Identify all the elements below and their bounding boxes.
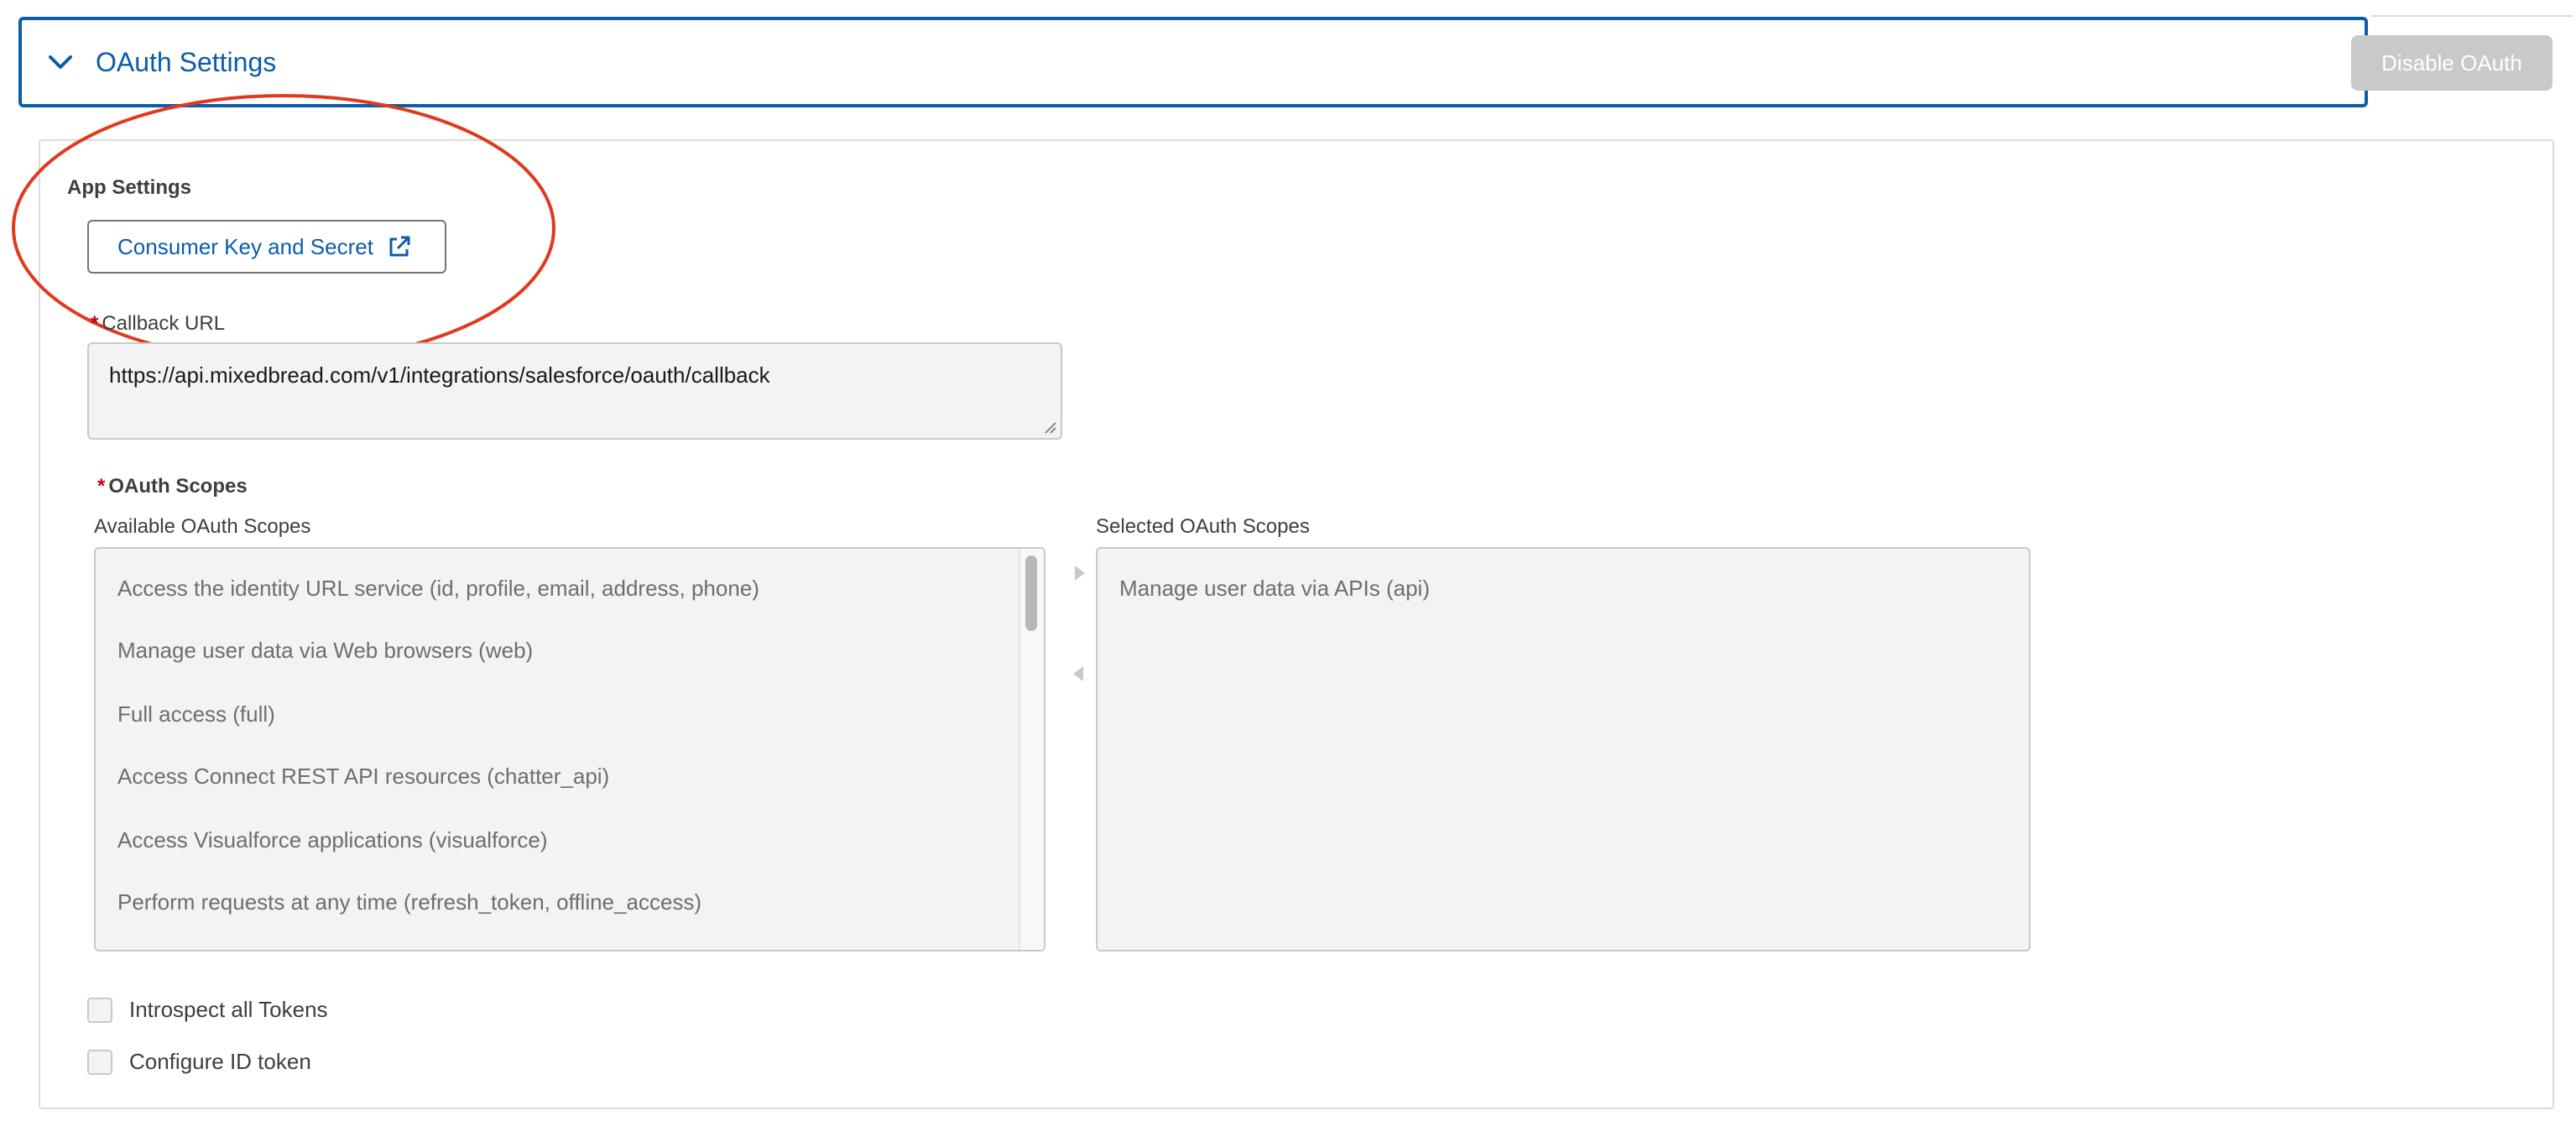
oauth-settings-section-header[interactable]: OAuth Settings — [18, 17, 2368, 107]
available-scopes-listbox[interactable]: Access the identity URL service (id, pro… — [94, 547, 1046, 952]
list-item[interactable]: Manage user data via APIs (api) — [1119, 576, 1430, 602]
external-link-icon — [387, 234, 412, 259]
list-item[interactable]: Access the identity URL service (id, pro… — [117, 576, 759, 602]
available-scopes-label: Available OAuth Scopes — [94, 515, 311, 538]
callback-url-label-text: Callback URL — [102, 312, 226, 335]
selected-scopes-label: Selected OAuth Scopes — [1096, 515, 1310, 538]
consumer-key-secret-button[interactable]: Consumer Key and Secret — [87, 220, 446, 274]
oauth-scopes-heading: * OAuth Scopes — [97, 475, 248, 498]
consumer-key-secret-label: Consumer Key and Secret — [117, 233, 373, 259]
list-item[interactable]: Full access (full) — [117, 701, 275, 727]
list-item[interactable]: Manage user data via Web browsers (web) — [117, 638, 533, 664]
introspect-tokens-checkbox[interactable] — [87, 997, 112, 1023]
arrow-left-icon[interactable] — [1066, 661, 1091, 686]
configure-id-token-option[interactable]: Configure ID token — [87, 1049, 311, 1075]
required-marker: * — [97, 475, 106, 498]
oauth-settings-page: OAuth Settings Disable OAuth App Setting… — [0, 0, 2576, 1121]
arrow-right-icon[interactable] — [1067, 560, 1092, 586]
oauth-scopes-heading-text: OAuth Scopes — [108, 475, 248, 498]
disable-oauth-button[interactable]: Disable OAuth — [2351, 35, 2553, 91]
configure-id-token-label: Configure ID token — [129, 1049, 311, 1074]
introspect-tokens-label: Introspect all Tokens — [129, 997, 328, 1022]
divider — [2371, 15, 2573, 17]
scrollbar[interactable] — [1019, 549, 1044, 950]
app-settings-heading: App Settings — [67, 176, 191, 199]
resize-handle-icon[interactable] — [1044, 421, 1057, 435]
callback-url-value: https://api.mixedbread.com/v1/integratio… — [109, 362, 770, 388]
introspect-tokens-option[interactable]: Introspect all Tokens — [87, 997, 328, 1023]
callback-url-label: * Callback URL — [91, 312, 225, 336]
list-item[interactable]: Access Visualforce applications (visualf… — [117, 827, 548, 853]
configure-id-token-checkbox[interactable] — [87, 1049, 112, 1075]
callback-url-field[interactable]: https://api.mixedbread.com/v1/integratio… — [87, 342, 1062, 440]
chevron-down-icon[interactable] — [44, 45, 77, 79]
list-item[interactable]: Perform requests at any time (refresh_to… — [117, 889, 701, 915]
required-marker: * — [91, 312, 99, 335]
scrollbar-thumb[interactable] — [1025, 555, 1037, 631]
selected-scopes-listbox[interactable]: Manage user data via APIs (api) — [1096, 547, 2031, 952]
list-item[interactable]: Access Connect REST API resources (chatt… — [117, 764, 609, 790]
section-title: OAuth Settings — [96, 46, 277, 77]
